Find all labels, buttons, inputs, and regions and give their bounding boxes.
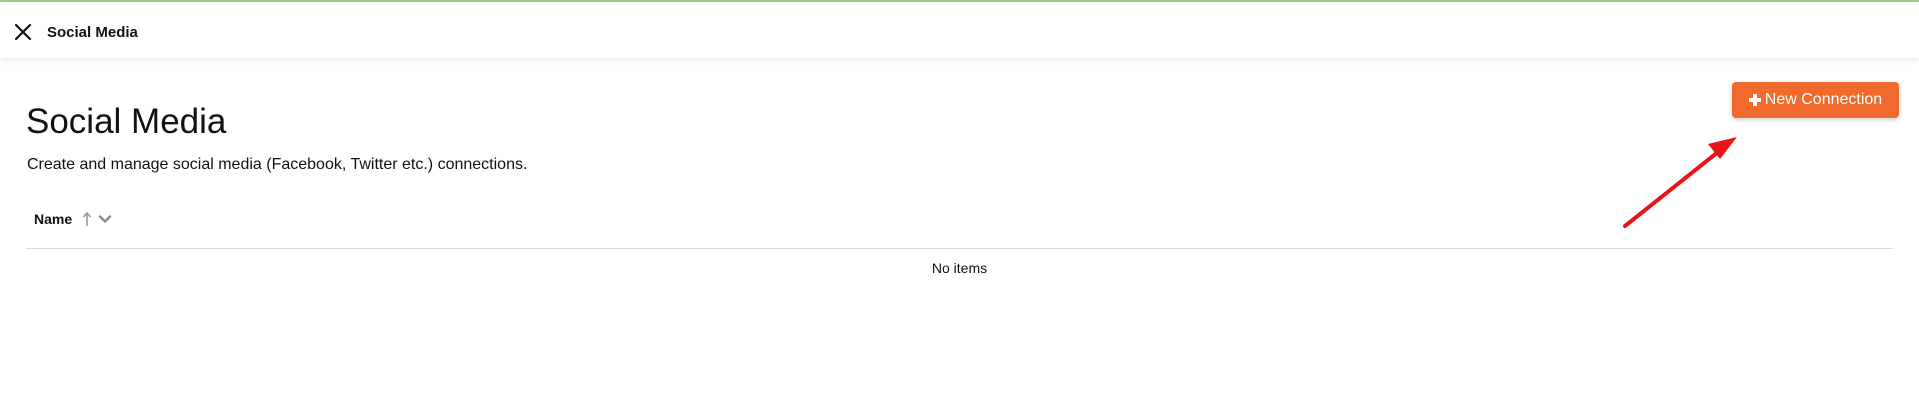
page-description: Create and manage social media (Facebook… [27, 156, 528, 173]
sort-ascending-icon[interactable] [82, 211, 92, 227]
close-icon[interactable] [13, 22, 33, 42]
new-connection-button[interactable]: New Connection [1732, 82, 1899, 118]
page-title: Social Media [26, 102, 227, 141]
topbar-title: Social Media [47, 24, 138, 41]
annotation-arrow [1623, 137, 1737, 228]
empty-state-text: No items [931, 260, 988, 276]
chevron-down-icon[interactable] [98, 214, 112, 224]
new-connection-label: New Connection [1764, 91, 1883, 108]
table-divider [26, 248, 1893, 249]
column-header-label: Name [34, 211, 73, 227]
top-bar: Social Media [0, 2, 1919, 58]
plus-icon [1748, 94, 1761, 106]
column-header-name[interactable]: Name [34, 210, 112, 228]
